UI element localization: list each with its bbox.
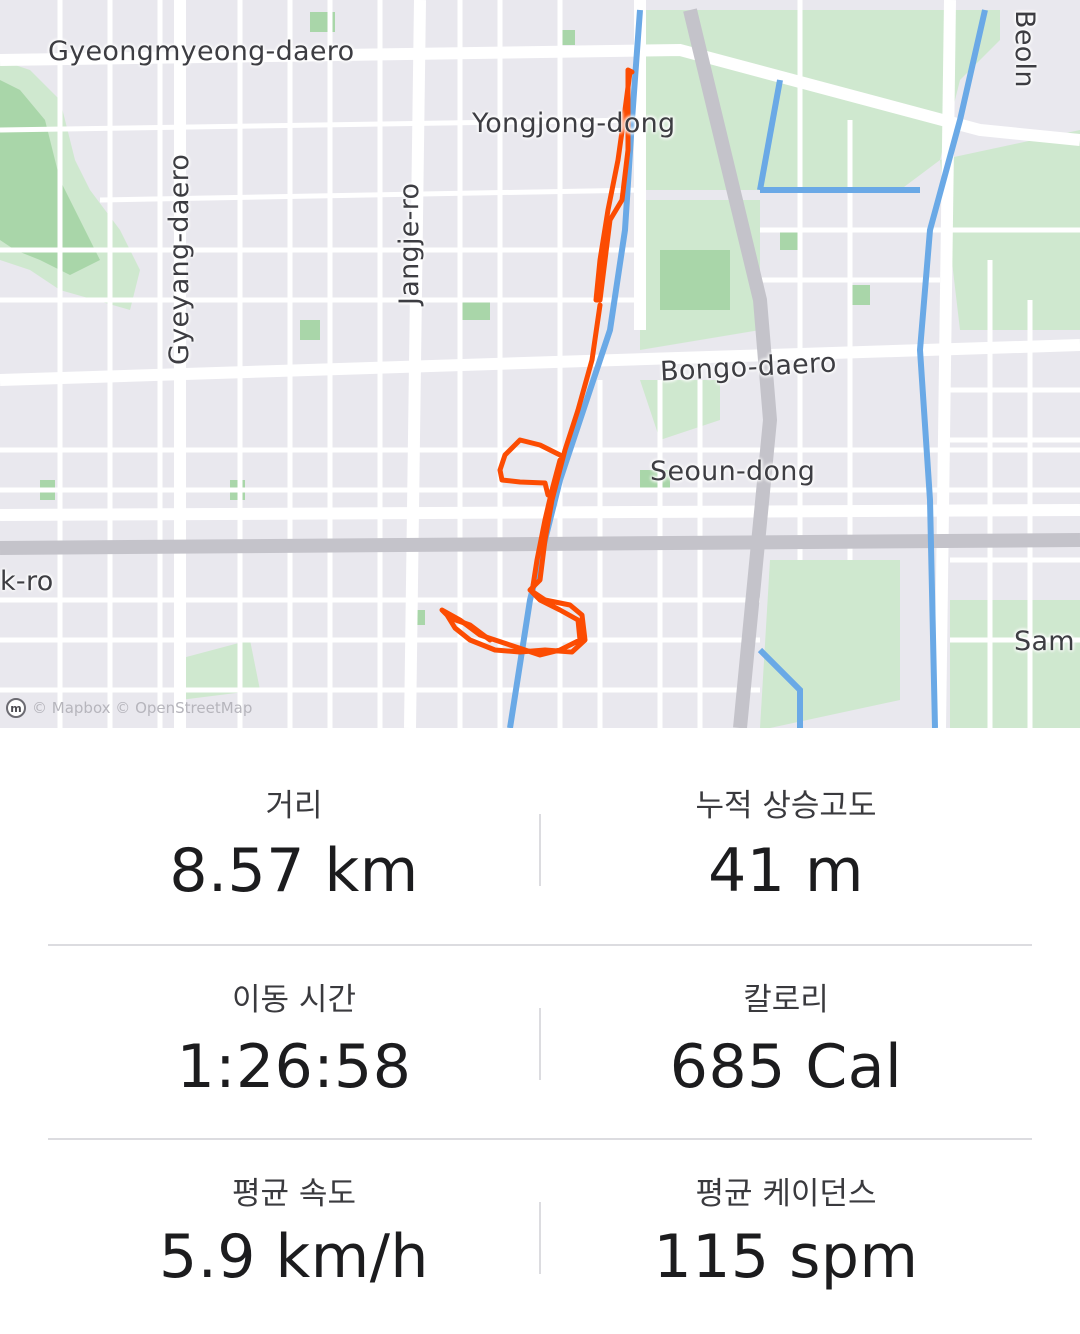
map-label-beoln: Beoln [1009,10,1040,88]
stat-moving-time: 이동 시간 1:26:58 [48,946,540,1140]
map-label-seoun: Seoun-dong [650,456,816,487]
stat-label: 평균 속도 [232,1176,356,1212]
activity-stats: 거리 8.57 km 누적 상승고도 41 m 이동 시간 1:26:58 칼로… [0,728,1080,1306]
stats-row-2: 이동 시간 1:26:58 칼로리 685 Cal [48,946,1032,1140]
map-label-gyeyang: Gyeyang-daero [164,153,195,365]
map-label-kro: k-ro [0,566,54,597]
stat-value: 685 Cal [669,1032,903,1102]
stat-value: 115 spm [653,1222,919,1292]
mapbox-logo-icon: m [6,698,26,718]
route-map[interactable]: Gyeongmyeong-daero Yongjong-dong Gyeyang… [0,0,1080,728]
stat-value: 41 m [708,836,864,906]
stat-label: 이동 시간 [232,982,356,1018]
attribution-text: © Mapbox © OpenStreetMap [32,699,253,717]
map-label-jangje: Jangje-ro [394,182,425,305]
stat-avg-speed: 평균 속도 5.9 km/h [48,1140,540,1334]
stats-row-1: 거리 8.57 km 누적 상승고도 41 m [48,728,1032,922]
map-label-yongjong: Yongjong-dong [472,108,676,139]
map-label-gyeongmyeong: Gyeongmyeong-daero [48,36,355,67]
stat-calories: 칼로리 685 Cal [540,946,1032,1140]
stat-avg-cadence: 평균 케이던스 115 spm [540,1140,1032,1334]
stat-label: 누적 상승고도 [695,788,877,824]
stat-distance: 거리 8.57 km [48,728,540,922]
stat-label: 거리 [265,788,323,824]
stat-value: 1:26:58 [176,1032,412,1102]
stat-value: 8.57 km [169,836,419,906]
map-attribution[interactable]: m © Mapbox © OpenStreetMap [6,698,252,718]
stat-elevation-gain: 누적 상승고도 41 m [540,728,1032,922]
stat-label: 칼로리 [743,982,829,1018]
stat-value: 5.9 km/h [159,1222,429,1292]
map-label-sam: Sam [1014,626,1075,657]
stat-label: 평균 케이던스 [695,1176,877,1212]
stats-row-3: 평균 속도 5.9 km/h 평균 케이던스 115 spm [48,1140,1032,1334]
